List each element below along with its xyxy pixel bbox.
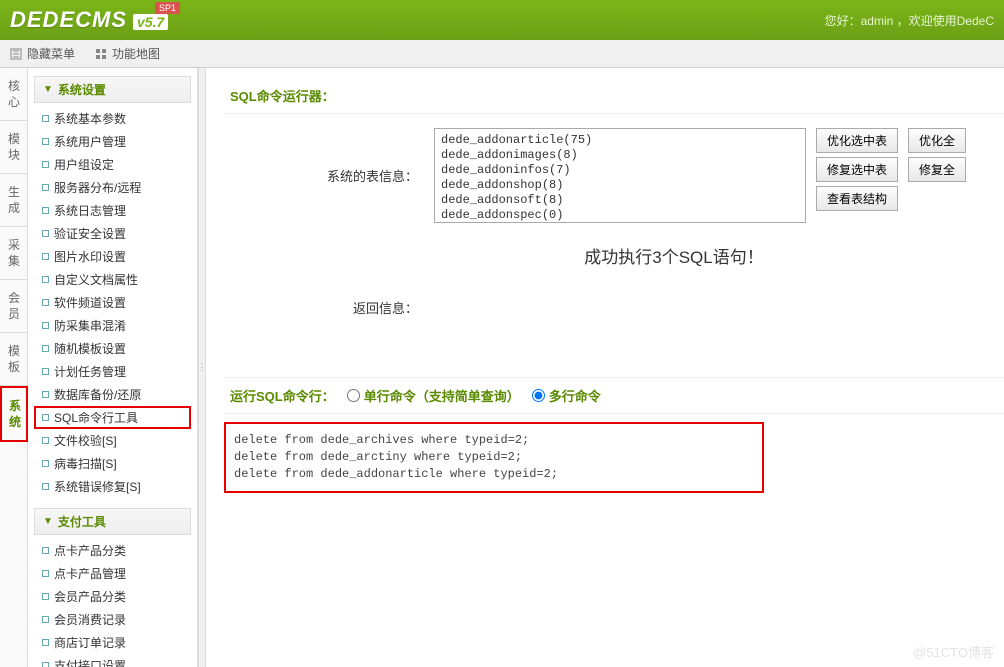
sidebar-item[interactable]: 病毒扫描[S] [34,452,191,475]
vtab-template[interactable]: 模板 [0,333,28,386]
table-row[interactable]: dede_addoninfos(7) [441,163,799,178]
sidebar-item[interactable]: 随机模板设置 [34,337,191,360]
sidebar-group-pay[interactable]: ▼ 支付工具 [34,508,191,535]
sidebar: ▼ 系统设置 系统基本参数 系统用户管理 用户组设定 服务器分布/远程 系统日志… [28,68,198,667]
sitemap-button[interactable]: 功能地图 [95,45,160,62]
hide-menu-label: 隐藏菜单 [27,45,75,62]
sidebar-item[interactable]: 会员产品分类 [34,585,191,608]
welcome-text: 您好：admin ，欢迎使用DedeC [825,12,994,29]
table-row[interactable]: dede_addonarticle(75) [441,133,799,148]
repair-all-button[interactable]: 修复全 [908,157,966,182]
sidebar-item[interactable]: 软件频道设置 [34,291,191,314]
sidebar-item[interactable]: 文件校验[S] [34,429,191,452]
sidebar-item[interactable]: 系统用户管理 [34,130,191,153]
single-line-radio-input[interactable] [347,389,360,402]
sitemap-icon [95,48,107,60]
sql-line: delete from dede_archives where typeid=2… [234,432,754,449]
sidebar-item[interactable]: 系统基本参数 [34,107,191,130]
table-row[interactable]: dede_addonsoft(8) [441,193,799,208]
chevron-down-icon: ▼ [43,516,53,527]
header: DEDECMS v5.7 SP1 您好：admin ，欢迎使用DedeC [0,0,1004,40]
view-structure-button[interactable]: 查看表结构 [816,186,898,211]
success-message: 成功执行3个SQL语句！ [224,243,1004,268]
vtab-collect[interactable]: 采集 [0,227,28,280]
multi-line-radio-input[interactable] [532,389,545,402]
logo-sp-badge: SP1 [155,2,180,14]
sidebar-group-system[interactable]: ▼ 系统设置 [34,76,191,103]
table-row[interactable]: dede_addonimages(8) [441,148,799,163]
vtab-system[interactable]: 系统 [0,386,28,442]
sidebar-item[interactable]: 支付接口设置 [34,654,191,667]
chevron-down-icon: ▼ [43,84,53,95]
sidebar-item[interactable]: 会员消费记录 [34,608,191,631]
multi-line-label: 多行命令 [549,386,601,405]
sidebar-item[interactable]: 点卡产品分类 [34,539,191,562]
sidebar-item[interactable]: 服务器分布/远程 [34,176,191,199]
single-line-label: 单行命令（支持简单查询） [364,386,520,405]
sidebar-item[interactable]: 验证安全设置 [34,222,191,245]
vtab-module[interactable]: 模块 [0,121,28,174]
sidebar-resizer[interactable]: ⋮ [198,68,206,667]
sql-textarea[interactable]: delete from dede_archives where typeid=2… [224,422,764,493]
sidebar-item[interactable]: 商店订单记录 [34,631,191,654]
hide-menu-button[interactable]: 隐藏菜单 [10,45,75,62]
logo: DEDECMS v5.7 [10,7,168,33]
vtab-generate[interactable]: 生成 [0,174,28,227]
sidebar-item[interactable]: 防采集串混淆 [34,314,191,337]
sql-line: delete from dede_addonarticle where type… [234,466,754,483]
single-line-radio[interactable]: 单行命令（支持简单查询） [347,386,520,405]
return-label: 返回信息： [224,298,434,317]
optimize-all-button[interactable]: 优化全 [908,128,966,153]
table-row[interactable]: dede_addonshop(8) [441,178,799,193]
vtab-core[interactable]: 核心 [0,68,28,121]
sidebar-item[interactable]: 点卡产品管理 [34,562,191,585]
multi-line-radio[interactable]: 多行命令 [532,386,601,405]
sidebar-item[interactable]: 数据库备份/还原 [34,383,191,406]
repair-selected-button[interactable]: 修复选中表 [816,157,898,182]
logo-version: v5.7 [133,14,168,30]
vertical-tabs: 核心 模块 生成 采集 会员 模板 系统 [0,68,28,667]
logo-text: DEDECMS [10,7,127,33]
optimize-selected-button[interactable]: 优化选中表 [816,128,898,153]
sidebar-item-sql[interactable]: SQL命令行工具 [34,406,191,429]
table-row[interactable]: dede_addonspec(0) [441,208,799,223]
sidebar-list-pay: 点卡产品分类 点卡产品管理 会员产品分类 会员消费记录 商店订单记录 支付接口设… [34,539,191,667]
watermark: @51CTO博客 [913,642,994,661]
group-title: 支付工具 [58,513,106,530]
sql-line: delete from dede_arctiny where typeid=2; [234,449,754,466]
toolbar: 隐藏菜单 功能地图 [0,40,1004,68]
main-panel: SQL命令运行器： 系统的表信息： dede_addonarticle(75) … [206,68,1004,667]
collapse-icon [10,48,22,60]
group-title: 系统设置 [58,81,106,98]
sitemap-label: 功能地图 [112,45,160,62]
table-info-label: 系统的表信息： [224,128,434,223]
sql-header-label: 运行SQL命令行： [230,386,335,405]
sidebar-list-system: 系统基本参数 系统用户管理 用户组设定 服务器分布/远程 系统日志管理 验证安全… [34,107,191,498]
sidebar-item[interactable]: 用户组设定 [34,153,191,176]
sidebar-item[interactable]: 自定义文档属性 [34,268,191,291]
sql-command-header: 运行SQL命令行： 单行命令（支持简单查询） 多行命令 [224,377,1004,414]
sidebar-item[interactable]: 系统日志管理 [34,199,191,222]
vtab-member[interactable]: 会员 [0,280,28,333]
page-title: SQL命令运行器： [224,86,1004,114]
table-listbox[interactable]: dede_addonarticle(75) dede_addonimages(8… [434,128,806,223]
sidebar-item[interactable]: 系统错误修复[S] [34,475,191,498]
sidebar-item[interactable]: 计划任务管理 [34,360,191,383]
sidebar-item[interactable]: 图片水印设置 [34,245,191,268]
